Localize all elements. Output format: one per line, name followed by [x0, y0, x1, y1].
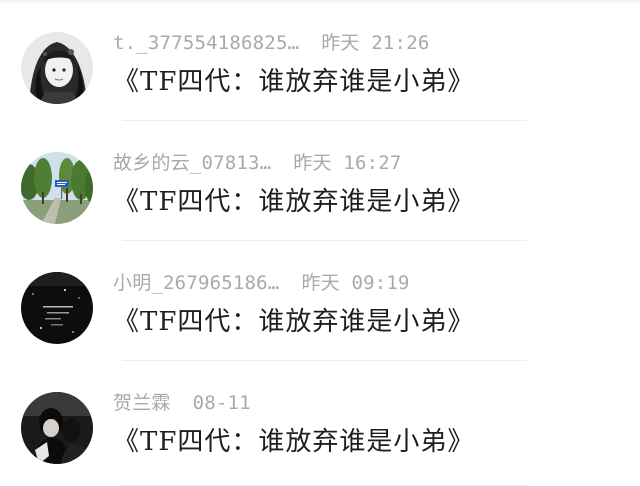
comment-meta: 小明_267965186… 昨天 09:19 [113, 271, 410, 295]
comment-text: 《TF四代：谁放弃谁是小弟》 [113, 307, 475, 337]
avatar[interactable] [21, 32, 93, 104]
person-dark-avatar-icon [21, 392, 93, 464]
timestamp: 昨天 21:26 [321, 32, 430, 54]
username[interactable]: t._377554186825… [113, 32, 299, 54]
username[interactable]: 故乡的云_07813… [113, 152, 271, 174]
comment-item: 贺兰霖 08-11 《TF四代：谁放弃谁是小弟》 [0, 360, 640, 486]
timestamp: 08-11 [192, 392, 251, 414]
timestamp: 昨天 09:19 [301, 272, 410, 294]
comment-meta: 故乡的云_07813… 昨天 16:27 [113, 151, 402, 175]
avatar[interactable] [21, 272, 93, 344]
anime-character-avatar-icon [21, 32, 93, 104]
dark-text-avatar-icon [21, 272, 93, 344]
comment-item: 小明_267965186… 昨天 09:19 《TF四代：谁放弃谁是小弟》 [0, 240, 640, 361]
comment-meta: 贺兰霖 08-11 [113, 391, 251, 415]
avatar[interactable] [21, 392, 93, 464]
username[interactable]: 小明_267965186… [113, 272, 279, 294]
comment-item: 故乡的云_07813… 昨天 16:27 《TF四代：谁放弃谁是小弟》 [0, 120, 640, 241]
comment-text: 《TF四代：谁放弃谁是小弟》 [113, 187, 475, 217]
comment-item: t._377554186825… 昨天 21:26 《TF四代：谁放弃谁是小弟》 [0, 0, 640, 121]
avatar[interactable] [21, 152, 93, 224]
timestamp: 昨天 16:27 [293, 152, 402, 174]
comment-meta: t._377554186825… 昨天 21:26 [113, 31, 429, 55]
tree-road-avatar-icon [21, 152, 93, 224]
comment-text: 《TF四代：谁放弃谁是小弟》 [113, 427, 475, 457]
username[interactable]: 贺兰霖 [113, 392, 171, 414]
comment-text: 《TF四代：谁放弃谁是小弟》 [113, 67, 475, 97]
